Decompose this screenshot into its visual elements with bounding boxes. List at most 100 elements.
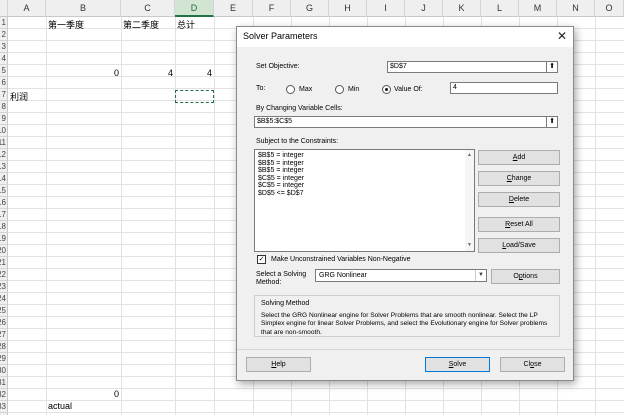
- row-header-17[interactable]: 17: [0, 209, 8, 221]
- row-header-19[interactable]: 19: [0, 233, 8, 245]
- constraint-item[interactable]: $B$5 = integer: [258, 167, 471, 175]
- row-header-18[interactable]: 18: [0, 221, 8, 233]
- row-header-6[interactable]: 6: [0, 77, 8, 89]
- min-radio[interactable]: [335, 85, 344, 94]
- row-header-24[interactable]: 24: [0, 293, 8, 305]
- cell-b33[interactable]: 0: [46, 388, 119, 400]
- reset-all-button[interactable]: Reset All: [478, 217, 560, 232]
- value-of-radio[interactable]: [382, 85, 391, 94]
- row-header-27[interactable]: 27: [0, 329, 8, 341]
- delete-button[interactable]: Delete: [478, 192, 560, 207]
- row-header-25[interactable]: 25: [0, 305, 8, 317]
- constraint-item[interactable]: $D$5 <= $D$7: [258, 190, 471, 198]
- scroll-up-icon[interactable]: ▲: [465, 151, 474, 160]
- row-header-23[interactable]: 23: [0, 281, 8, 293]
- row-header-33[interactable]: 33: [0, 401, 8, 413]
- constraint-item[interactable]: $C$5 = integer: [258, 175, 471, 183]
- cell-d5[interactable]: 4: [175, 67, 212, 79]
- column-header-c[interactable]: C: [121, 0, 175, 17]
- close-icon[interactable]: ✕: [555, 29, 569, 43]
- constraints-list[interactable]: $B$5 = integer $B$5 = integer $B$5 = int…: [254, 149, 475, 252]
- changing-cells-input[interactable]: $B$5:$C$5: [254, 116, 547, 128]
- row-header-label: 19: [0, 234, 6, 243]
- row-header-15[interactable]: 15: [0, 185, 8, 197]
- column-header-o[interactable]: O: [595, 0, 624, 17]
- row-header-12[interactable]: 12: [0, 149, 8, 161]
- column-header-k[interactable]: K: [443, 0, 481, 17]
- row-header-21[interactable]: 21: [0, 257, 8, 269]
- row-header-13[interactable]: 13: [0, 161, 8, 173]
- min-label: Min: [348, 86, 360, 93]
- solving-method-select[interactable]: GRG Nonlinear ▼: [315, 269, 487, 282]
- row-header-28[interactable]: 28: [0, 341, 8, 353]
- cell-b34[interactable]: actual: [48, 400, 72, 412]
- row-header-32[interactable]: 32: [0, 389, 8, 401]
- close-button[interactable]: Close: [500, 357, 565, 372]
- scroll-down-icon[interactable]: ▼: [465, 241, 474, 250]
- constraints-scrollbar[interactable]: ▲ ▼: [465, 150, 474, 251]
- cell-b1[interactable]: 第一季度: [48, 19, 84, 31]
- add-button[interactable]: Add: [478, 150, 560, 165]
- column-header-f[interactable]: F: [253, 0, 291, 17]
- row-header-7[interactable]: 7: [0, 89, 8, 101]
- solving-method-description: Select the GRG Nonlinear engine for Solv…: [261, 312, 548, 336]
- column-header-b[interactable]: B: [46, 0, 121, 17]
- row-header-16[interactable]: 16: [0, 197, 8, 209]
- cell-b5[interactable]: 0: [46, 67, 119, 79]
- collapse-ref-icon[interactable]: ⬆: [546, 116, 558, 128]
- row-header-31[interactable]: 31: [0, 377, 8, 389]
- row-header-26[interactable]: 26: [0, 317, 8, 329]
- max-radio[interactable]: [286, 85, 295, 94]
- change-button[interactable]: Change: [478, 171, 560, 186]
- constraint-item[interactable]: $C$5 = integer: [258, 182, 471, 190]
- row-header-5[interactable]: 5: [0, 65, 8, 77]
- solving-method-value: GRG Nonlinear: [319, 272, 367, 279]
- column-header-d[interactable]: D: [175, 0, 214, 17]
- column-header-l[interactable]: L: [481, 0, 519, 17]
- cell-c1[interactable]: 第二季度: [123, 19, 159, 31]
- row-header-10[interactable]: 10: [0, 125, 8, 137]
- row-header-label: 12: [0, 150, 6, 159]
- row-header-20[interactable]: 20: [0, 245, 8, 257]
- row-header-9[interactable]: 9: [0, 113, 8, 125]
- column-header-g[interactable]: G: [291, 0, 329, 17]
- row-header-11[interactable]: 11: [0, 137, 8, 149]
- column-header-h[interactable]: H: [329, 0, 367, 17]
- row-header-2[interactable]: 2: [0, 29, 8, 41]
- column-header-n[interactable]: N: [557, 0, 595, 17]
- select-all-corner[interactable]: [0, 0, 8, 17]
- constraint-item[interactable]: $B$5 = integer: [258, 160, 471, 168]
- chevron-down-icon[interactable]: ▼: [475, 270, 486, 281]
- cell-c5[interactable]: 4: [121, 67, 173, 79]
- row-header-1[interactable]: 1: [0, 17, 8, 29]
- row-header-30[interactable]: 30: [0, 365, 8, 377]
- row-header-3[interactable]: 3: [0, 41, 8, 53]
- collapse-ref-icon[interactable]: ⬆: [546, 61, 558, 73]
- solve-button[interactable]: Solve: [425, 357, 490, 372]
- column-header-e[interactable]: E: [214, 0, 253, 17]
- column-header-j[interactable]: J: [405, 0, 443, 17]
- value-of-input[interactable]: 4: [450, 82, 558, 94]
- row-header-label: 2: [1, 30, 6, 39]
- row-header-29[interactable]: 29: [0, 353, 8, 365]
- column-header-i[interactable]: I: [367, 0, 405, 17]
- row-header-4[interactable]: 4: [0, 53, 8, 65]
- dialog-title-bar[interactable]: Solver Parameters ✕: [237, 27, 573, 47]
- row-header-14[interactable]: 14: [0, 173, 8, 185]
- row-header-22[interactable]: 22: [0, 269, 8, 281]
- load-save-button[interactable]: Load/Save: [478, 238, 560, 253]
- cell-d1[interactable]: 总计: [177, 19, 195, 31]
- row-header-label: 25: [0, 306, 6, 315]
- cell-a7[interactable]: 利润: [10, 91, 28, 103]
- row-header-label: 8: [1, 102, 6, 111]
- row-header-label: 6: [1, 78, 6, 87]
- selected-cell-d7[interactable]: [175, 90, 214, 103]
- column-header-a[interactable]: A: [8, 0, 46, 17]
- row-header-8[interactable]: 8: [0, 101, 8, 113]
- column-header-m[interactable]: M: [519, 0, 557, 17]
- constraint-item[interactable]: $B$5 = integer: [258, 152, 471, 160]
- objective-input[interactable]: $D$7: [387, 61, 547, 73]
- options-button[interactable]: Options: [491, 269, 560, 284]
- help-button[interactable]: Help: [246, 357, 311, 372]
- nonnegative-checkbox[interactable]: ✓: [257, 255, 266, 264]
